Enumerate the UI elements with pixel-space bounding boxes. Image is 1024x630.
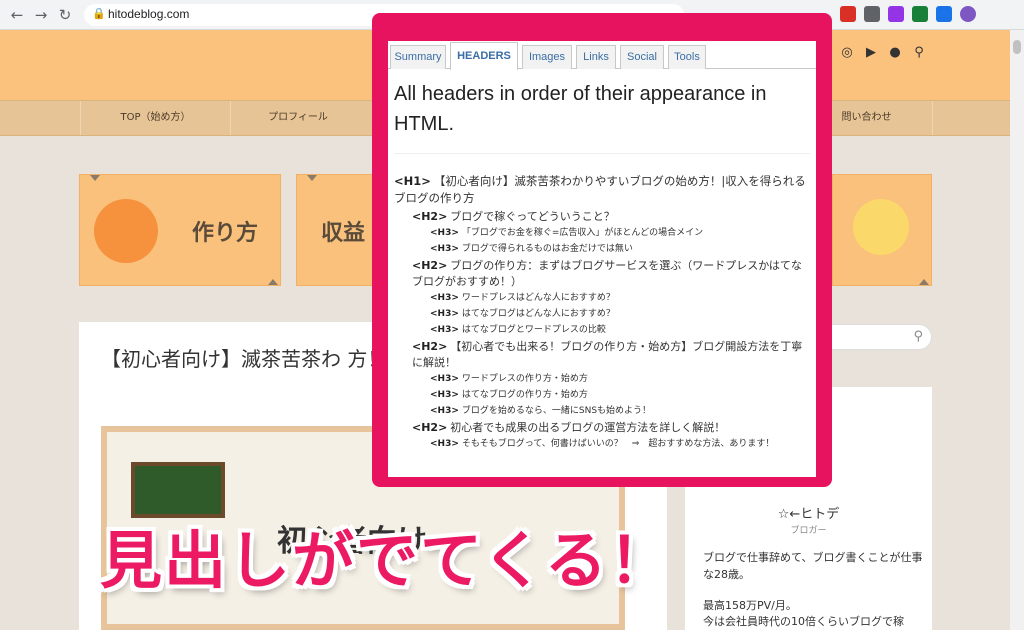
header-entry-h3: <H3> はてなブログの作り方・始め方 — [394, 388, 810, 403]
extension-icon[interactable] — [912, 6, 928, 22]
header-text: はてなブログとワードプレスの比較 — [461, 325, 606, 335]
forward-icon[interactable]: → — [32, 6, 50, 24]
header-text: 【初心者向け】滅茶苦茶わかりやすいブログの始め方！|収入を得られるブログの作り方 — [394, 174, 806, 205]
header-level-tag: <H3> — [430, 390, 459, 400]
header-text: はてなブログの作り方・始め方 — [461, 390, 588, 400]
header-text: 「ブログでお金を稼ぐ=広告収入」がほとんどの場合メイン — [461, 228, 704, 238]
back-icon[interactable]: ← — [8, 6, 26, 24]
tab-images[interactable]: Images — [522, 45, 572, 69]
header-level-tag: <H3> — [430, 439, 459, 449]
header-level-tag: <H3> — [430, 228, 459, 238]
header-level-tag: <H2> — [412, 259, 448, 272]
url-text: hitodeblog.com — [108, 7, 190, 21]
headers-list: <H1> 【初心者向け】滅茶苦茶わかりやすいブログの始め方！|収入を得られるブログ… — [394, 173, 810, 453]
extension-icon[interactable] — [864, 6, 880, 22]
profile-avatar-icon[interactable] — [960, 6, 976, 22]
tab-links[interactable]: Links — [576, 45, 616, 69]
lock-icon: 🔒 — [92, 7, 106, 20]
tab-headers[interactable]: HEADERS — [450, 42, 518, 70]
header-level-tag: <H3> — [430, 309, 459, 319]
header-entry-h2: <H2> 【初心者でも出来る！ブログの作り方・始め方】ブログ開設方法を丁寧に解説！ — [394, 339, 810, 371]
profile-stat: 今は会社員時代の10倍くらいブログで稼 — [703, 615, 904, 628]
category-label: 収益 — [321, 221, 366, 246]
popup-heading: All headers in order of their appearance… — [394, 83, 767, 135]
header-text: 【初心者でも出来る！ブログの作り方・始め方】ブログ開設方法を丁寧に解説！ — [412, 340, 803, 369]
tab-tools[interactable]: Tools — [668, 45, 706, 69]
header-entry-h3: <H3> そもそもブログって、何書けばいいの？ ⇒ 超おすすめな方法、あります！ — [394, 437, 810, 452]
nav-item-profile[interactable]: プロフィール — [230, 101, 365, 135]
header-text: ワードプレスはどんな人におすすめ？ — [461, 293, 615, 303]
header-entry-h3: <H3> ワードプレスはどんな人におすすめ？ — [394, 291, 810, 306]
youtube-icon[interactable]: ▶ — [864, 46, 878, 60]
category-card-howto[interactable]: 作り方 — [79, 174, 281, 286]
header-level-tag: <H3> — [430, 244, 459, 254]
sns-icons: ◎ ▶ ● ⚲ — [840, 46, 926, 60]
extension-icon[interactable] — [888, 6, 904, 22]
corner-marker — [307, 175, 317, 181]
header-text: ワードプレスの作り方・始め方 — [461, 374, 588, 384]
header-text: はてなブログはどんな人におすすめ？ — [461, 309, 615, 319]
header-entry-h2: <H2> ブログで稼ぐってどういうこと？ — [394, 209, 810, 225]
extension-icon[interactable] — [840, 6, 856, 22]
overlay-caption: 見出しがでてくる！ — [100, 524, 673, 597]
nav-item-blank — [932, 101, 1010, 135]
profile-description: ブログで仕事辞めて、ブログ書くことが仕事な28歳。 — [703, 551, 923, 581]
header-entry-h3: <H3> ブログで得られるものはお金だけでは無い — [394, 242, 810, 257]
header-level-tag: <H2> — [412, 210, 448, 223]
header-level-tag: <H3> — [430, 406, 459, 416]
header-entry-h3: <H3> ブログを始めるなら、一緒にSNSも始めよう！ — [394, 404, 810, 419]
scrollbar-thumb[interactable] — [1013, 40, 1021, 54]
profile-name: ☆←ヒトデ — [777, 507, 840, 522]
tab-summary[interactable]: Summary — [390, 45, 446, 69]
header-entry-h3: <H3> 「ブログでお金を稼ぐ=広告収入」がほとんどの場合メイン — [394, 226, 810, 241]
profile-role: ブロガー — [790, 526, 827, 536]
scrollbar[interactable] — [1010, 30, 1024, 630]
category-card-other[interactable] — [832, 174, 932, 286]
header-text: ブログの作り方：まずはブログサービスを選ぶ（ワードプレスかはてなブログがおすすめ… — [412, 259, 802, 288]
header-level-tag: <H3> — [430, 325, 459, 335]
mascot-image — [853, 199, 909, 255]
header-level-tag: <H2> — [412, 340, 448, 353]
category-label: 作り方 — [192, 221, 259, 246]
extension-icon[interactable] — [936, 6, 952, 22]
header-text: 初心者でも成果の出るブログの運営方法を詳しく解説！ — [450, 421, 726, 434]
header-entry-h3: <H3> はてなブログとワードプレスの比較 — [394, 323, 810, 338]
header-text: ブログで稼ぐってどういうこと？ — [450, 210, 615, 223]
header-level-tag: <H3> — [430, 374, 459, 384]
category-card-revenue[interactable]: 収益 — [296, 174, 380, 286]
header-level-tag: <H3> — [430, 293, 459, 303]
line-icon[interactable]: ● — [888, 46, 902, 60]
header-text: そもそもブログって、何書けばいいの？ ⇒ 超おすすめな方法、あります！ — [461, 439, 775, 449]
mascot-image — [94, 199, 158, 263]
header-text: ブログを始めるなら、一緒にSNSも始めよう！ — [461, 406, 652, 416]
corner-marker — [268, 279, 278, 285]
profile-stat: 最高158万PV/月。 — [703, 599, 797, 612]
header-text: ブログで得られるものはお金だけでは無い — [461, 244, 633, 254]
header-entry-h2: <H2> ブログの作り方：まずはブログサービスを選ぶ（ワードプレスかはてなブログが… — [394, 258, 810, 290]
nav-item-top[interactable]: TOP（始め方） — [80, 101, 230, 135]
popup-tabs: Summary HEADERS Images Links Social Tool… — [388, 41, 816, 70]
reload-icon[interactable]: ↻ — [56, 6, 74, 24]
instagram-icon[interactable]: ◎ — [840, 46, 854, 60]
corner-marker — [919, 279, 929, 285]
header-entry-h3: <H3> はてなブログはどんな人におすすめ？ — [394, 307, 810, 322]
divider — [394, 153, 810, 154]
corner-marker — [90, 175, 100, 181]
header-entry-h2: <H2> 初心者でも成果の出るブログの運営方法を詳しく解説！ — [394, 420, 810, 436]
seo-extension-popup: Summary HEADERS Images Links Social Tool… — [372, 13, 832, 487]
popup-content: Summary HEADERS Images Links Social Tool… — [388, 41, 816, 477]
search-icon[interactable]: ⚲ — [913, 329, 923, 344]
header-entry-h1: <H1> 【初心者向け】滅茶苦茶わかりやすいブログの始め方！|収入を得られるブログ… — [394, 173, 810, 207]
header-entry-h3: <H3> ワードプレスの作り方・始め方 — [394, 372, 810, 387]
header-level-tag: <H2> — [412, 421, 448, 434]
header-level-tag: <H1> — [394, 174, 431, 188]
search-icon[interactable]: ⚲ — [912, 46, 926, 60]
extension-icons — [840, 6, 976, 24]
tab-social[interactable]: Social — [620, 45, 664, 69]
